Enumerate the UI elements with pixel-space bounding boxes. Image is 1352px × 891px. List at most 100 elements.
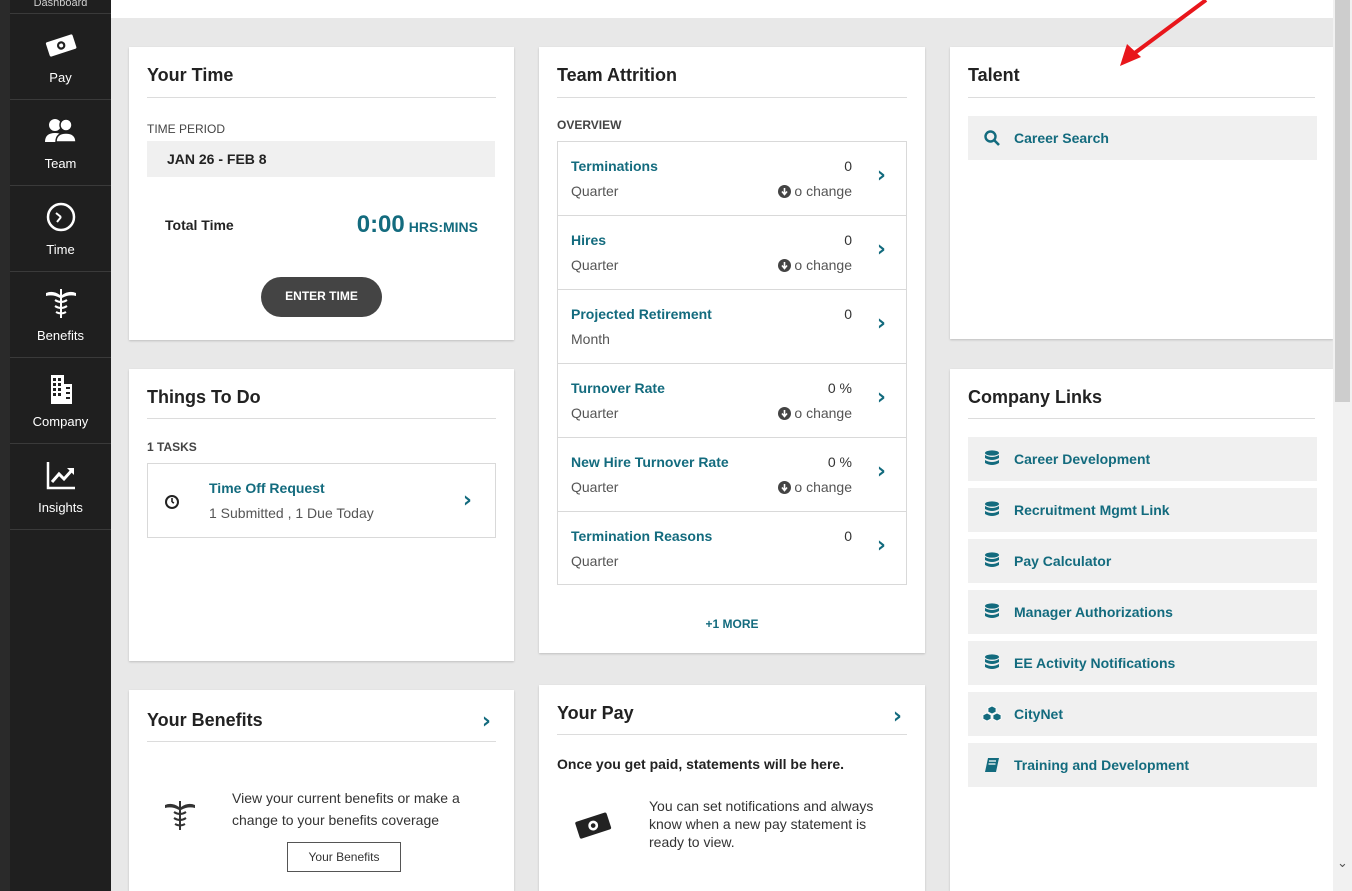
company-link-citynet[interactable]: CityNet xyxy=(968,692,1317,736)
company-link-career-development[interactable]: Career Development xyxy=(968,437,1317,481)
sidebar-item-label: Insights xyxy=(38,500,83,515)
chevron-right-icon: › xyxy=(876,311,886,336)
arrow-down-circle-icon xyxy=(778,480,792,494)
talent-card: Talent Career Search xyxy=(950,47,1333,339)
row-change: o change xyxy=(778,479,852,495)
sidebar-item-company[interactable]: Company xyxy=(10,358,111,444)
total-time-value: 0:00 xyxy=(356,211,405,238)
period-value: JAN 26 - FEB 8 xyxy=(147,141,495,177)
overview-row-hires[interactable]: Hires Quarter 0 o change › xyxy=(558,216,906,290)
chart-icon xyxy=(46,462,75,490)
task-count: 1 TASKS xyxy=(147,440,197,454)
overview-row-new-hire-turnover-rate[interactable]: New Hire Turnover Rate Quarter 0 % o cha… xyxy=(558,438,906,512)
clock-icon xyxy=(165,495,179,509)
divider xyxy=(968,418,1315,419)
career-search-link[interactable]: Career Search xyxy=(968,116,1317,160)
scroll-down-icon[interactable]: ⌄ xyxy=(1333,855,1352,871)
row-value: 0 xyxy=(844,158,852,174)
sidebar-item-pay[interactable]: Pay xyxy=(10,14,111,100)
divider xyxy=(147,418,496,419)
total-time-label: Total Time xyxy=(165,217,234,233)
card-title: Talent xyxy=(968,65,1020,85)
arrow-down-circle-icon xyxy=(778,258,792,272)
caduceus-icon xyxy=(165,801,195,830)
tooltip: Your Benefits xyxy=(287,842,401,872)
link-label: Manager Authorizations xyxy=(1014,604,1173,620)
row-period: Quarter xyxy=(571,405,619,421)
chevron-right-icon: › xyxy=(876,533,886,558)
card-title: Your Time xyxy=(147,65,234,85)
total-time-unit: HRS:MINS xyxy=(408,219,478,235)
enter-time-button[interactable]: ENTER TIME xyxy=(261,277,382,317)
row-period: Quarter xyxy=(571,183,619,199)
sidebar-item-label: Company xyxy=(32,414,89,429)
company-link-pay-calculator[interactable]: Pay Calculator xyxy=(968,539,1317,583)
chevron-right-icon: › xyxy=(876,237,886,262)
divider xyxy=(968,97,1315,98)
overview-row-projected-retirement[interactable]: Projected Retirement Month 0 › xyxy=(558,290,906,364)
total-time: 0:00 HRS:MINS xyxy=(357,211,478,239)
row-period: Month xyxy=(571,331,610,347)
link-label: Recruitment Mgmt Link xyxy=(1014,502,1170,518)
sidebar-item-insights[interactable]: Insights xyxy=(10,444,111,530)
sidebar-item-label: Pay xyxy=(49,70,72,85)
company-link-training[interactable]: Training and Development xyxy=(968,743,1317,787)
divider xyxy=(147,97,496,98)
link-label: EE Activity Notifications xyxy=(1014,655,1176,671)
database-icon xyxy=(982,653,1002,673)
row-name: New Hire Turnover Rate xyxy=(571,454,729,470)
clock-icon xyxy=(46,202,75,232)
sidebar-item-dashboard[interactable]: Dashboard xyxy=(10,0,111,14)
your-pay-card: Your Pay › Once you get paid, statements… xyxy=(539,685,925,891)
sidebar-item-benefits[interactable]: Benefits xyxy=(10,272,111,358)
overview-list: Terminations Quarter 0 o change › Hires … xyxy=(557,141,907,585)
task-title: Time Off Request xyxy=(209,480,325,496)
more-link[interactable]: +1 MORE xyxy=(539,617,925,631)
row-value: 0 xyxy=(844,232,852,248)
pay-headline: Once you get paid, statements will be he… xyxy=(557,756,845,772)
sidebar-item-team[interactable]: Team xyxy=(10,100,111,186)
database-icon xyxy=(982,500,1002,520)
database-icon xyxy=(982,551,1002,571)
link-label: Career Development xyxy=(1014,451,1151,467)
chevron-right-icon[interactable]: › xyxy=(893,704,902,729)
overview-row-termination-reasons[interactable]: Termination Reasons Quarter 0 › xyxy=(558,512,906,586)
sidebar-item-time[interactable]: Time xyxy=(10,186,111,272)
your-time-card: Your Time TIME PERIOD JAN 26 - FEB 8 Tot… xyxy=(129,47,514,340)
pay-icon xyxy=(575,812,612,839)
task-item[interactable]: Time Off Request 1 Submitted , 1 Due Tod… xyxy=(147,463,496,538)
scrollbar-thumb[interactable] xyxy=(1335,0,1350,402)
link-label: CityNet xyxy=(1014,706,1064,722)
sidebar-item-label: Time xyxy=(46,242,75,257)
team-icon xyxy=(44,118,77,143)
caduceus-icon xyxy=(45,289,76,318)
overview-row-terminations[interactable]: Terminations Quarter 0 o change › xyxy=(558,142,906,216)
row-value: 0 % xyxy=(827,380,852,396)
divider xyxy=(557,97,907,98)
link-label: Training and Development xyxy=(1014,757,1190,773)
database-icon xyxy=(982,449,1002,469)
row-change: o change xyxy=(778,183,852,199)
row-name: Terminations xyxy=(571,158,658,174)
benefits-description: View your current benefits or make a cha… xyxy=(232,790,460,828)
arrow-down-circle-icon xyxy=(778,184,792,198)
row-name: Termination Reasons xyxy=(571,528,713,544)
chevron-right-icon: › xyxy=(876,163,886,188)
row-period: Quarter xyxy=(571,257,619,273)
company-link-manager-authorizations[interactable]: Manager Authorizations xyxy=(968,590,1317,634)
link-label: Pay Calculator xyxy=(1014,553,1112,569)
company-link-ee-activity[interactable]: EE Activity Notifications xyxy=(968,641,1317,685)
row-name: Projected Retirement xyxy=(571,306,712,322)
your-benefits-card: Your Benefits › View your current benefi… xyxy=(129,690,514,891)
link-label: Career Search xyxy=(1014,130,1109,146)
row-name: Hires xyxy=(571,232,607,248)
row-name: Turnover Rate xyxy=(571,380,665,396)
cubes-icon xyxy=(982,704,1002,724)
company-links-card: Company Links Career Development Recruit… xyxy=(950,369,1333,891)
row-period: Quarter xyxy=(571,553,619,569)
overview-row-turnover-rate[interactable]: Turnover Rate Quarter 0 % o change › xyxy=(558,364,906,438)
chevron-right-icon[interactable]: › xyxy=(482,709,491,734)
company-link-recruitment-mgmt[interactable]: Recruitment Mgmt Link xyxy=(968,488,1317,532)
window-edge xyxy=(0,0,10,891)
vertical-scrollbar[interactable]: ⌄ xyxy=(1333,0,1352,891)
